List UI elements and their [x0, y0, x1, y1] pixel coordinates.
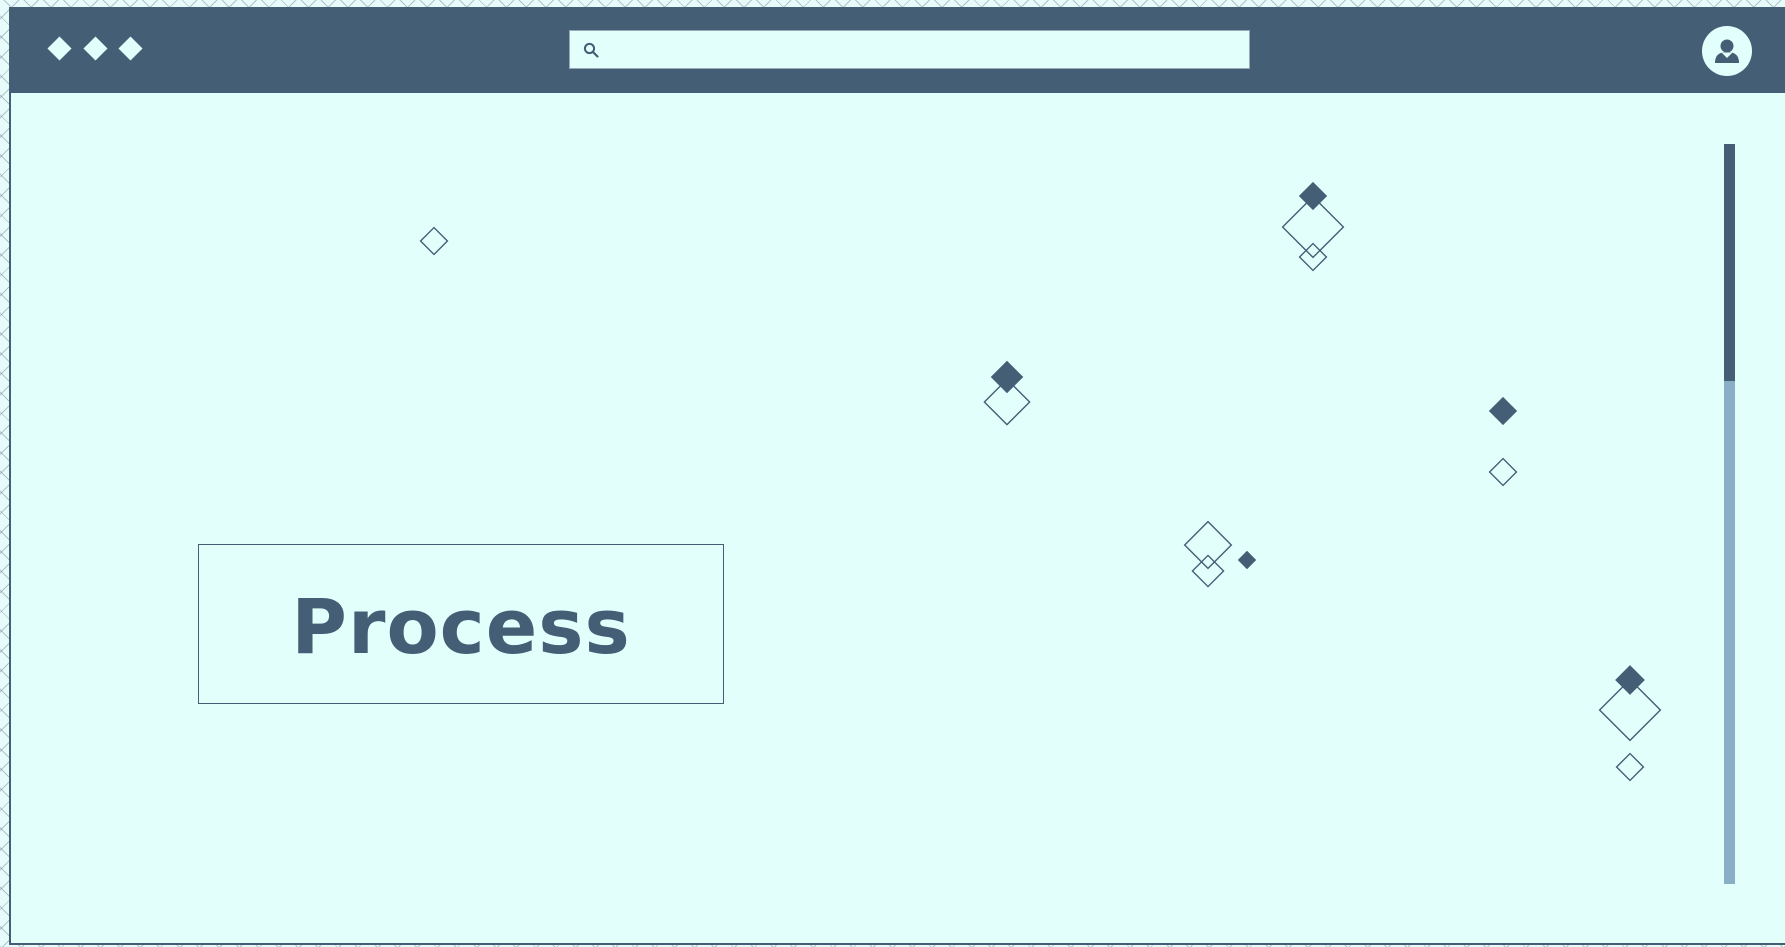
- headline-box: Process: [198, 544, 724, 704]
- diamond-icon: [419, 226, 449, 256]
- diamond-icon: [990, 360, 1024, 394]
- page-title: Process: [291, 581, 631, 671]
- diamond-icon: [1488, 457, 1518, 487]
- diamond-icon: [1191, 554, 1225, 588]
- diamond-icon: [1183, 520, 1233, 570]
- scrollbar-track[interactable]: [1724, 144, 1735, 884]
- app-window: Process: [9, 7, 1785, 945]
- decorative-diamonds: [419, 181, 1662, 782]
- diamond-icon: [1488, 396, 1518, 426]
- diamond-icon: [1237, 550, 1257, 570]
- scrollbar-thumb[interactable]: [1724, 144, 1735, 381]
- diamond-icon: [1615, 752, 1645, 782]
